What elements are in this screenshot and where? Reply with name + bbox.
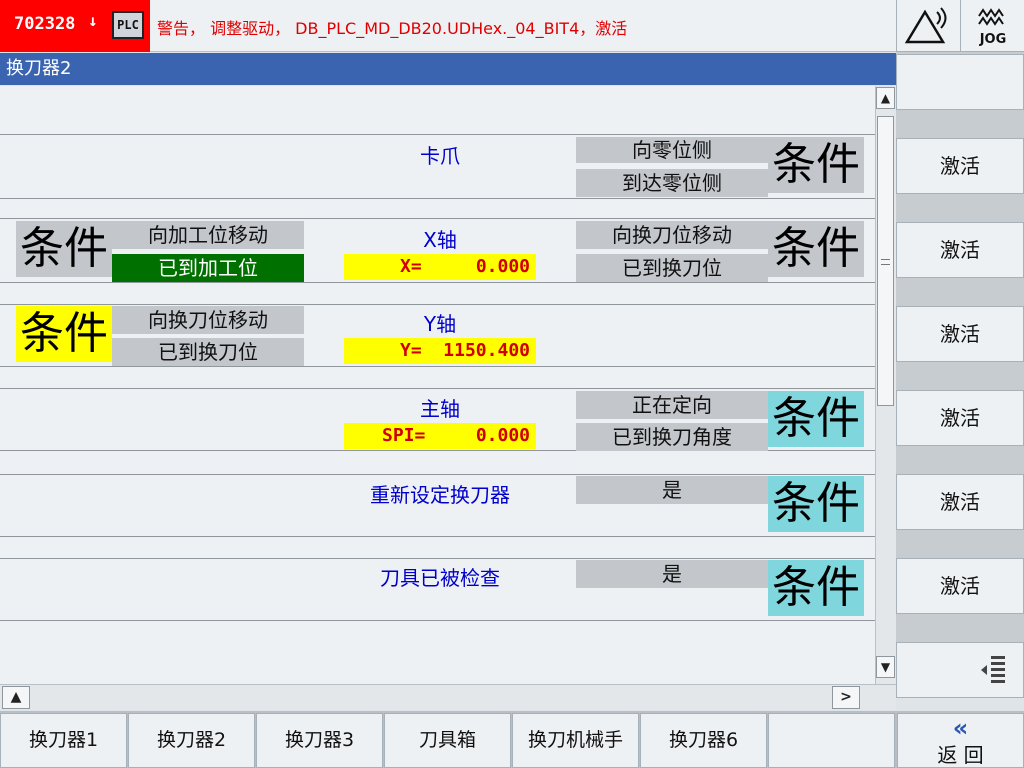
alarm-message: 警告， 调整驱动， DB_PLC_MD_DB20.UDHex._04_BIT4，…	[157, 19, 628, 38]
y-condition-box[interactable]: 条件	[16, 306, 112, 362]
y-axis-label: Y轴	[423, 312, 457, 336]
divider	[0, 388, 875, 389]
tool-checked-label: 刀具已被检查	[380, 566, 500, 590]
vertical-softkey-5[interactable]: 激活	[896, 474, 1024, 530]
scroll-right-icon[interactable]: >	[832, 686, 860, 709]
spindle-status-at-angle: 已到换刀角度	[576, 423, 768, 451]
divider	[0, 366, 875, 367]
antenna-warning-button[interactable]	[896, 0, 960, 52]
divider	[0, 282, 875, 283]
divider	[0, 474, 875, 475]
jog-mode-button[interactable]: JOG	[960, 0, 1024, 52]
back-button[interactable]: « 返 回	[897, 713, 1024, 768]
x-status-at-work: 已到加工位	[112, 254, 304, 282]
y-position-readout: Y= 1150.400	[344, 338, 536, 364]
scroll-down-icon[interactable]: ▼	[876, 656, 895, 678]
divider	[0, 198, 875, 199]
x-value: 0.000	[475, 256, 530, 277]
x-status-to-change: 向换刀位移动	[576, 221, 768, 249]
horizontal-softkey-1[interactable]: 换刀器1	[0, 713, 127, 768]
jog-wave-icon	[978, 8, 1004, 26]
horizontal-softkey-6[interactable]: 换刀器6	[640, 713, 767, 768]
jog-label: JOG	[979, 32, 1007, 47]
tool-changer-panel: 卡爪 向零位侧 到达零位侧 条件 条件 向加工位移动 已到加工位 X轴 X= 0…	[0, 86, 875, 684]
list-expand-button[interactable]	[896, 642, 1024, 698]
horizontal-scrollbar[interactable]: ▲ >	[0, 684, 896, 710]
back-label: 返 回	[937, 743, 984, 767]
horizontal-softkey-blank[interactable]	[768, 713, 895, 768]
alarm-number-box[interactable]: 702328 ↓ PLC	[0, 0, 150, 52]
spindle-value-name: SPI=	[382, 425, 426, 446]
plc-badge: PLC	[112, 11, 144, 39]
double-chevron-left-icon: «	[952, 714, 969, 742]
x-left-condition-box[interactable]: 条件	[16, 221, 112, 277]
x-axis-label: X轴	[423, 228, 457, 252]
claw-status-zero-side: 向零位侧	[576, 137, 768, 163]
scroll-left-icon[interactable]: ▲	[2, 686, 30, 709]
vertical-softkey-1[interactable]: 激活	[896, 138, 1024, 194]
spindle-value: 0.000	[475, 425, 530, 446]
spindle-position-readout: SPI= 0.000	[344, 423, 536, 449]
arrow-down-icon: ↓	[88, 11, 98, 30]
x-status-to-work: 向加工位移动	[112, 221, 304, 249]
vertical-scroll-thumb[interactable]	[877, 116, 894, 406]
divider	[0, 304, 875, 305]
vertical-scrollbar[interactable]: ▲ ▼	[875, 86, 896, 684]
reset-changer-label: 重新设定换刀器	[370, 483, 510, 507]
hmi-screen: 702328 ↓ PLC 警告， 调整驱动， DB_PLC_MD_DB20.UD…	[0, 0, 1024, 768]
horizontal-softkey-4[interactable]: 刀具箱	[384, 713, 511, 768]
vertical-softkey-blank[interactable]	[896, 54, 1024, 110]
grip-icon	[881, 259, 890, 265]
tool-checked-status: 是	[576, 560, 768, 588]
x-right-condition-box[interactable]: 条件	[768, 221, 864, 277]
vertical-softkey-3[interactable]: 激活	[896, 306, 1024, 362]
vertical-softkey-2[interactable]: 激活	[896, 222, 1024, 278]
alarm-bar[interactable]: 702328 ↓ PLC 警告， 调整驱动， DB_PLC_MD_DB20.UD…	[0, 0, 896, 52]
vertical-softkey-4[interactable]: 激活	[896, 390, 1024, 446]
reset-condition-box[interactable]: 条件	[768, 476, 864, 532]
alarm-number: 702328	[14, 14, 76, 34]
horizontal-softkey-2[interactable]: 换刀器2	[128, 713, 255, 768]
y-status-to-change: 向换刀位移动	[112, 306, 304, 334]
claw-label: 卡爪	[420, 144, 460, 168]
x-value-name: X=	[400, 256, 422, 277]
spindle-label: 主轴	[420, 397, 460, 421]
x-position-readout: X= 0.000	[344, 254, 536, 280]
divider	[0, 558, 875, 559]
horizontal-softkey-3[interactable]: 换刀器3	[256, 713, 383, 768]
scroll-up-icon[interactable]: ▲	[876, 87, 895, 109]
divider	[0, 536, 875, 537]
horizontal-softkey-5[interactable]: 换刀机械手	[512, 713, 639, 768]
y-value: 1150.400	[443, 340, 530, 361]
divider	[0, 134, 875, 135]
divider	[0, 218, 875, 219]
reset-status: 是	[576, 476, 768, 504]
list-expand-icon	[981, 656, 1005, 683]
antenna-warning-icon	[904, 7, 947, 44]
y-status-at-change: 已到换刀位	[112, 338, 304, 366]
claw-status-reached-zero: 到达零位侧	[576, 169, 768, 197]
divider	[0, 620, 875, 621]
claw-condition-box[interactable]: 条件	[768, 137, 864, 193]
vertical-softkey-6[interactable]: 激活	[896, 558, 1024, 614]
y-value-name: Y=	[400, 340, 422, 361]
spindle-condition-box[interactable]: 条件	[768, 391, 864, 447]
spindle-status-orienting: 正在定向	[576, 391, 768, 419]
tool-checked-condition-box[interactable]: 条件	[768, 560, 864, 616]
page-title: 换刀器2	[0, 53, 896, 85]
x-status-at-change: 已到换刀位	[576, 254, 768, 282]
